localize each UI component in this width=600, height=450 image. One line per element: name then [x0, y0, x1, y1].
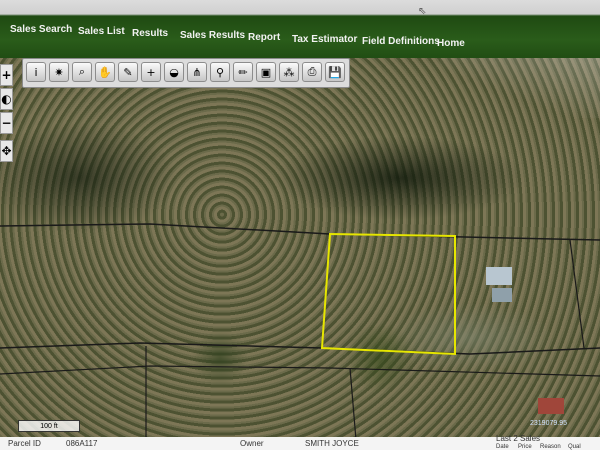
parcel-boundary-line: [349, 367, 357, 440]
globe-icon[interactable]: ◒: [164, 62, 184, 82]
parcel-boundary-line: [0, 223, 600, 241]
owner-value: SMITH JOYCE: [305, 439, 359, 448]
network-icon[interactable]: ⋔: [187, 62, 207, 82]
parcel-id-label: Parcel ID: [8, 439, 41, 448]
nav-sales-results[interactable]: Sales Results: [180, 30, 245, 41]
owner-label: Owner: [240, 439, 264, 448]
nav-home[interactable]: Home: [437, 38, 465, 49]
nav-tax-estimator[interactable]: Tax Estimator: [292, 34, 357, 45]
eraser-icon[interactable]: ✎: [118, 62, 138, 82]
parcel-boundary-line: [0, 365, 600, 377]
nav-sales-search[interactable]: Sales Search: [10, 24, 72, 35]
parcel-boundary-line: [569, 239, 585, 349]
parcel-lines-overlay: [0, 223, 600, 440]
parcel-boundary-line: [0, 342, 600, 355]
mouse-cursor-icon: ⇖: [418, 6, 427, 17]
parcel-info-panel: Parcel ID 086A117 Owner SMITH JOYCE Last…: [0, 434, 600, 450]
nav-sales-list[interactable]: Sales List: [78, 26, 125, 37]
map-toolbar: i ✷ ⌕ ✋ ✎ + ◒ ⋔ ⚲ ✏ ▣ ⁂ ⎙ 💾: [22, 58, 350, 88]
sales-col-price: Price: [518, 444, 532, 450]
add-layer-icon[interactable]: +: [141, 62, 161, 82]
parcel-id-value: 086A117: [66, 439, 98, 448]
sales-col-date: Date: [496, 444, 509, 450]
pencil-icon[interactable]: ✏: [233, 62, 253, 82]
search-icon[interactable]: ⚲: [210, 62, 230, 82]
pan-hand-icon[interactable]: ✋: [95, 62, 115, 82]
nav-report[interactable]: Report: [248, 32, 280, 43]
sales-col-reason: Reason: [540, 444, 561, 450]
nav-menu: Sales Search Sales List Results Sales Re…: [0, 18, 600, 58]
aerial-map[interactable]: [0, 58, 600, 440]
zoom-in-button[interactable]: +: [0, 64, 13, 86]
building-roof: [538, 398, 564, 414]
info-icon[interactable]: i: [26, 62, 46, 82]
full-extent-button[interactable]: ◐: [0, 88, 13, 110]
nav-field-definitions[interactable]: Field Definitions: [362, 36, 440, 47]
selected-parcel-outline: [320, 232, 456, 356]
select-star-icon[interactable]: ✷: [49, 62, 69, 82]
top-navigation-bar: Sales Search Sales List Results Sales Re…: [0, 0, 600, 62]
nav-results[interactable]: Results: [132, 28, 168, 39]
last-sales-label: Last 2 Sales: [496, 434, 541, 443]
extent-icon[interactable]: ▣: [256, 62, 276, 82]
print-icon[interactable]: ⎙: [302, 62, 322, 82]
sales-col-qual: Qual: [568, 444, 581, 450]
pan-button[interactable]: ✥: [0, 140, 13, 162]
coordinate-readout: 2319079.95: [530, 420, 567, 427]
scale-bar: 100 ft: [18, 420, 80, 432]
building-roof: [492, 288, 512, 302]
building-roof: [486, 267, 512, 285]
save-icon[interactable]: 💾: [325, 62, 345, 82]
buffer-icon[interactable]: ⁂: [279, 62, 299, 82]
zoom-magnifier-icon[interactable]: ⌕: [72, 62, 92, 82]
zoom-out-button[interactable]: −: [0, 112, 13, 134]
